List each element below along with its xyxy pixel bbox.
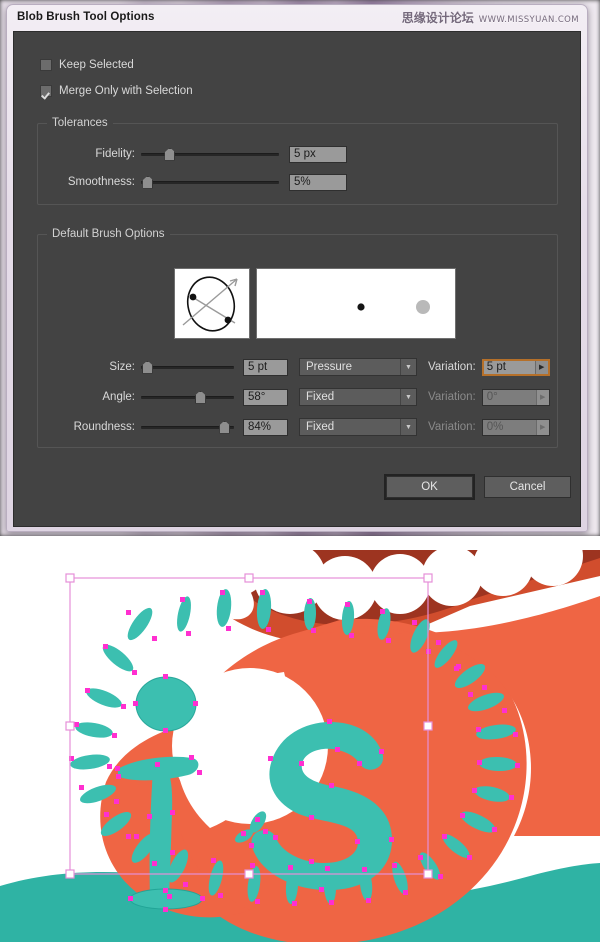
row-fidelity: Fidelity: 5 px: [55, 145, 347, 163]
preview-small-dot: [357, 303, 365, 311]
roundness-value-field[interactable]: 84%: [243, 418, 288, 436]
size-value: 5 pt: [248, 360, 268, 373]
fidelity-value-field[interactable]: 5 px: [289, 145, 347, 163]
size-slider-thumb[interactable]: [141, 360, 153, 374]
angle-slider[interactable]: [141, 390, 234, 404]
angle-variation-spinner-icon: ▶: [535, 389, 549, 405]
size-label: Size:: [109, 361, 135, 373]
roundness-slider-thumb[interactable]: [219, 420, 231, 434]
angle-value: 58°: [248, 390, 266, 403]
angle-roundness-control[interactable]: [174, 268, 250, 339]
fidelity-slider-thumb[interactable]: [164, 147, 176, 161]
row-angle: Angle: 58° Fixed ▼ Variation: 0° ▶: [55, 388, 550, 406]
smoothness-slider-thumb[interactable]: [142, 175, 154, 189]
size-mode-value: Pressure: [306, 361, 353, 373]
dialog-title: Blob Brush Tool Options: [17, 11, 155, 23]
size-value-field[interactable]: 5 pt: [243, 358, 288, 376]
dialog-titlebar[interactable]: Blob Brush Tool Options 思缘设计论坛 WWW.MISSY…: [7, 5, 587, 29]
roundness-mode-dropdown[interactable]: Fixed ▼: [299, 418, 417, 436]
brush-preview: [256, 268, 456, 339]
size-variation-field[interactable]: 5 pt ▶: [481, 358, 550, 376]
cancel-button-label: Cancel: [509, 481, 546, 493]
smoothness-label: Smoothness:: [67, 176, 135, 188]
roundness-value: 84%: [248, 420, 272, 433]
roundness-mode-value: Fixed: [306, 421, 335, 433]
ok-button-label: OK: [421, 481, 438, 493]
brush-options-group-title: Default Brush Options: [47, 228, 170, 240]
size-variation-label: Variation:: [428, 361, 476, 373]
screenshot-root: Blob Brush Tool Options 思缘设计论坛 WWW.MISSY…: [0, 0, 600, 942]
angle-variation-field: 0° ▶: [481, 388, 550, 406]
size-mode-dropdown[interactable]: Pressure ▼: [299, 358, 417, 376]
chevron-down-icon[interactable]: ▼: [400, 389, 416, 405]
smoothness-slider[interactable]: [141, 175, 279, 189]
chevron-down-icon[interactable]: ▼: [400, 419, 416, 435]
ellipse-angle-icon: [182, 276, 238, 332]
smoothness-value: 5%: [294, 175, 311, 188]
merge-only-checkbox-icon[interactable]: [40, 85, 52, 97]
artwork-svg: [0, 536, 600, 942]
roundness-variation-value: 0%: [486, 420, 504, 433]
angle-variation-value: 0°: [486, 390, 498, 403]
angle-mode-value: Fixed: [306, 391, 335, 403]
chevron-down-icon[interactable]: ▼: [400, 359, 416, 375]
checkbox-keep-selected[interactable]: Keep Selected: [40, 59, 134, 71]
row-size: Size: 5 pt Pressure ▼ Variation: 5 pt ▶: [55, 358, 550, 376]
fidelity-value: 5 px: [294, 147, 316, 160]
default-brush-options-group: Default Brush Options Size: 5 pt Pressur…: [37, 228, 558, 448]
roundness-variation-spinner-icon: ▶: [535, 419, 549, 435]
forum-watermark: 思缘设计论坛 WWW.MISSYUAN.COM: [402, 9, 579, 26]
cancel-button[interactable]: Cancel: [484, 476, 571, 498]
roundness-variation-field: 0% ▶: [481, 418, 550, 436]
tolerances-group-title: Tolerances: [47, 117, 113, 129]
dialog-body: Keep Selected Merge Only with Selection …: [13, 31, 581, 527]
tolerances-group: Tolerances Fidelity: 5 px Smoothness: 5%: [37, 117, 558, 205]
fidelity-slider[interactable]: [141, 147, 279, 161]
merge-only-label: Merge Only with Selection: [59, 85, 193, 97]
roundness-slider[interactable]: [141, 420, 234, 434]
blob-brush-tool-options-dialog: Blob Brush Tool Options 思缘设计论坛 WWW.MISSY…: [6, 4, 588, 532]
angle-value-field[interactable]: 58°: [243, 388, 288, 406]
roundness-variation-label: Variation:: [428, 421, 476, 433]
keep-selected-label: Keep Selected: [59, 59, 134, 71]
checkbox-merge-only-with-selection[interactable]: Merge Only with Selection: [40, 85, 193, 97]
brush-preview-dots: [357, 300, 430, 314]
size-variation-value: 5 pt: [486, 360, 506, 373]
angle-slider-thumb[interactable]: [194, 390, 206, 404]
angle-variation-label: Variation:: [428, 391, 476, 403]
watermark-url-text: WWW.MISSYUAN.COM: [478, 14, 579, 25]
row-roundness: Roundness: 84% Fixed ▼ Variation: 0% ▶: [55, 418, 550, 436]
size-variation-spinner-icon[interactable]: ▶: [534, 360, 548, 374]
roundness-label: Roundness:: [73, 421, 135, 433]
angle-label: Angle:: [102, 391, 135, 403]
row-smoothness: Smoothness: 5%: [55, 173, 347, 191]
size-slider[interactable]: [141, 360, 234, 374]
watermark-chinese-text: 思缘设计论坛: [401, 10, 474, 25]
smoothness-value-field[interactable]: 5%: [289, 173, 347, 191]
ok-button[interactable]: OK: [384, 474, 475, 500]
fidelity-label: Fidelity:: [95, 148, 135, 160]
illustrator-artboard[interactable]: [0, 536, 600, 942]
angle-mode-dropdown[interactable]: Fixed ▼: [299, 388, 417, 406]
preview-large-dot: [416, 300, 430, 314]
keep-selected-checkbox-icon[interactable]: [40, 59, 52, 71]
